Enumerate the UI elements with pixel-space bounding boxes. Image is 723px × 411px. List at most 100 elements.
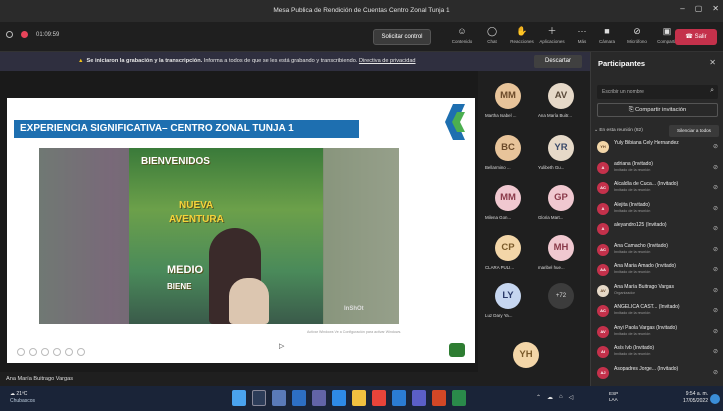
reactions-button[interactable]: ✋ Reacciones [508, 24, 536, 46]
search-placeholder: Escribir un nombre [602, 89, 644, 95]
more-button[interactable]: ··· Más [568, 24, 596, 46]
gallery-tile[interactable]: CP CLARA PULI... [481, 231, 535, 275]
participant-row[interactable]: AA Ana Maria Amado (Invitado) Invitado de … [591, 261, 723, 279]
participant-avatar: AC [597, 305, 609, 317]
slide-control-1[interactable] [17, 348, 25, 356]
leave-button[interactable]: ☎ Salir [675, 29, 717, 45]
widgets-icon[interactable] [292, 390, 306, 406]
slide-control-6[interactable] [77, 348, 85, 356]
shield-icon [6, 31, 13, 38]
mic-off-icon: ⊘ [712, 287, 718, 294]
outlook-icon[interactable] [392, 390, 406, 406]
participant-row[interactable]: AJ Asopadres Jorge... (Invitado) ⊘ [591, 364, 723, 382]
more-participants-count: +72 [548, 283, 574, 309]
gallery-tile[interactable]: BC Bellarmino ... [481, 131, 535, 175]
participant-row[interactable]: YH Yuly Bibiana Cely Hernandez ⊘ [591, 138, 723, 156]
mic-off-icon: ⊘ [712, 267, 718, 273]
tile-name: maribel hue... [538, 265, 565, 270]
panel-title: Participantes [598, 59, 646, 68]
self-video-tile[interactable]: YH [503, 340, 559, 380]
banner-bold: Se iniciaron la grabación y la transcrip… [86, 58, 203, 64]
participant-row[interactable]: AI Asís Ivb (Invitado) Invitado de la reun… [591, 343, 723, 361]
participant-avatar: AC [597, 182, 609, 194]
share-invite-button[interactable]: ⎘ Compartir invitación [597, 103, 718, 117]
participant-row[interactable]: Aaleyandro125 (Invitado) ⊘ [591, 220, 723, 238]
poster-word-4: MEDIO [167, 264, 204, 276]
participant-row[interactable]: AV Ana María Buitrago Vargas Organizador ⊘ [591, 282, 723, 300]
apps-label: Aplicaciones [539, 39, 565, 44]
minimize-button[interactable]: – [680, 4, 684, 13]
in-meeting-section-toggle[interactable]: ⌄ En esta reunión (82) [594, 128, 643, 133]
gallery-tile[interactable]: YR Yulibeth Gu... [534, 131, 588, 175]
slide-control-2[interactable] [29, 348, 37, 356]
self-avatar: YH [513, 342, 539, 368]
maximize-button[interactable]: ▢ [695, 4, 703, 13]
participant-row[interactable]: AC ANGELICA CAST... (Invitado) Invitado de… [591, 302, 723, 320]
file-explorer-icon[interactable] [352, 390, 366, 406]
banner-text: ▲ Se iniciaron la grabación y la transcri… [78, 58, 416, 64]
app-icon[interactable] [452, 390, 466, 406]
notification-icon[interactable] [710, 394, 720, 404]
people-button[interactable]: ☺ Contenido [448, 24, 476, 46]
reactions-label: Reacciones [510, 39, 534, 44]
gallery-tile[interactable]: LY Luz Dary Ya... [481, 279, 535, 323]
apps-button[interactable]: ＋ Aplicaciones [538, 24, 566, 46]
participant-gallery: MM Martha Isabel ... AV Ana María Buitr.… [478, 71, 590, 386]
chat-app-icon[interactable] [312, 390, 326, 406]
slide-control-4[interactable] [53, 348, 61, 356]
more-label: Más [577, 39, 587, 44]
volume-icon[interactable]: ◁ [569, 394, 574, 401]
gallery-tile[interactable]: MM Martha Isabel ... [481, 79, 535, 123]
mute-all-button[interactable]: Silenciar a todos [669, 125, 719, 137]
gallery-tile[interactable]: MM Milena Gon... [481, 181, 535, 225]
privacy-link[interactable]: Directiva de privacidad [359, 58, 416, 64]
slide-control-5[interactable] [65, 348, 73, 356]
network-icon[interactable]: ⌂ [559, 394, 563, 401]
powerpoint-icon[interactable] [432, 390, 446, 406]
participant-row[interactable]: A Alejita (Invitado) Invitado de la reunió… [591, 200, 723, 218]
gallery-tile[interactable]: MH maribel hue... [534, 231, 588, 275]
request-control-button[interactable]: Solicitar control [373, 29, 431, 45]
teams-icon[interactable] [412, 390, 426, 406]
mic-off-icon: ⊘ [712, 144, 718, 150]
camera-button[interactable]: ■ Cámara [593, 24, 621, 46]
gallery-tile[interactable]: GP Gloria Mart... [534, 181, 588, 225]
task-view-icon[interactable] [272, 390, 286, 406]
chevron-up-icon[interactable]: ⌃ [536, 394, 541, 401]
tile-name: Yulibeth Gu... [538, 165, 565, 170]
search-icon[interactable] [252, 390, 266, 406]
participant-row[interactable]: AC Ana Camacho (Invitado) Invitado de la r… [591, 241, 723, 259]
gallery-tile[interactable]: AV Ana María Buitr... [534, 79, 588, 123]
close-button[interactable]: ✕ [712, 4, 719, 13]
windows-start-icon[interactable] [232, 390, 246, 406]
window-title: Mesa Publica de Rendición de Cuentas Cen… [273, 7, 450, 14]
cloud-icon[interactable]: ☁ [547, 394, 553, 401]
slide-control-3[interactable] [41, 348, 49, 356]
weather-widget[interactable]: ☁ 21ºC Chubascos [10, 391, 35, 405]
edge-icon[interactable] [332, 390, 346, 406]
mic-off-icon: ⊘ [712, 246, 718, 253]
clock[interactable]: 9:54 a. m. 17/05/2022 [668, 391, 708, 405]
dismiss-button[interactable]: Descartar [534, 55, 582, 68]
mic-off-icon: ⊘ [712, 205, 718, 212]
participant-name: Asopadres Jorge... (Invitado) [614, 365, 679, 372]
more-participants-tile[interactable]: +72 [534, 279, 588, 323]
share-icon: ▣ [662, 26, 672, 36]
participant-role: Invitado de la reunión [614, 167, 651, 172]
participant-row[interactable]: Aadriana (Invitado) Invitado de la reunió… [591, 159, 723, 177]
mic-button[interactable]: ⊘ Micrófono [623, 24, 651, 46]
close-icon[interactable]: ✕ [709, 58, 716, 67]
language-indicator[interactable]: ESP LAA [609, 391, 618, 403]
participant-search-input[interactable]: Escribir un nombre ⌕ [597, 85, 718, 99]
photo-blur-right [324, 148, 399, 324]
chrome-icon[interactable] [372, 390, 386, 406]
participant-role: Invitado de la reunión [614, 208, 651, 213]
tile-name: CLARA PULI... [485, 265, 515, 270]
keyboard-layout: LAA [609, 397, 618, 402]
chat-button[interactable]: ◯ Chat [478, 24, 506, 46]
participant-name: Ana Camacho (Invitado) [614, 242, 668, 249]
tile-name: Martha Isabel ... [485, 113, 517, 118]
participant-row[interactable]: AC Alcaldía de Cuca... (Invitado) Invitado… [591, 179, 723, 197]
recording-banner: ▲ Se iniciaron la grabación y la transcri… [0, 52, 590, 71]
participant-row[interactable]: AV Anyi Paola Vargas (Invitado) Invitado d… [591, 323, 723, 341]
